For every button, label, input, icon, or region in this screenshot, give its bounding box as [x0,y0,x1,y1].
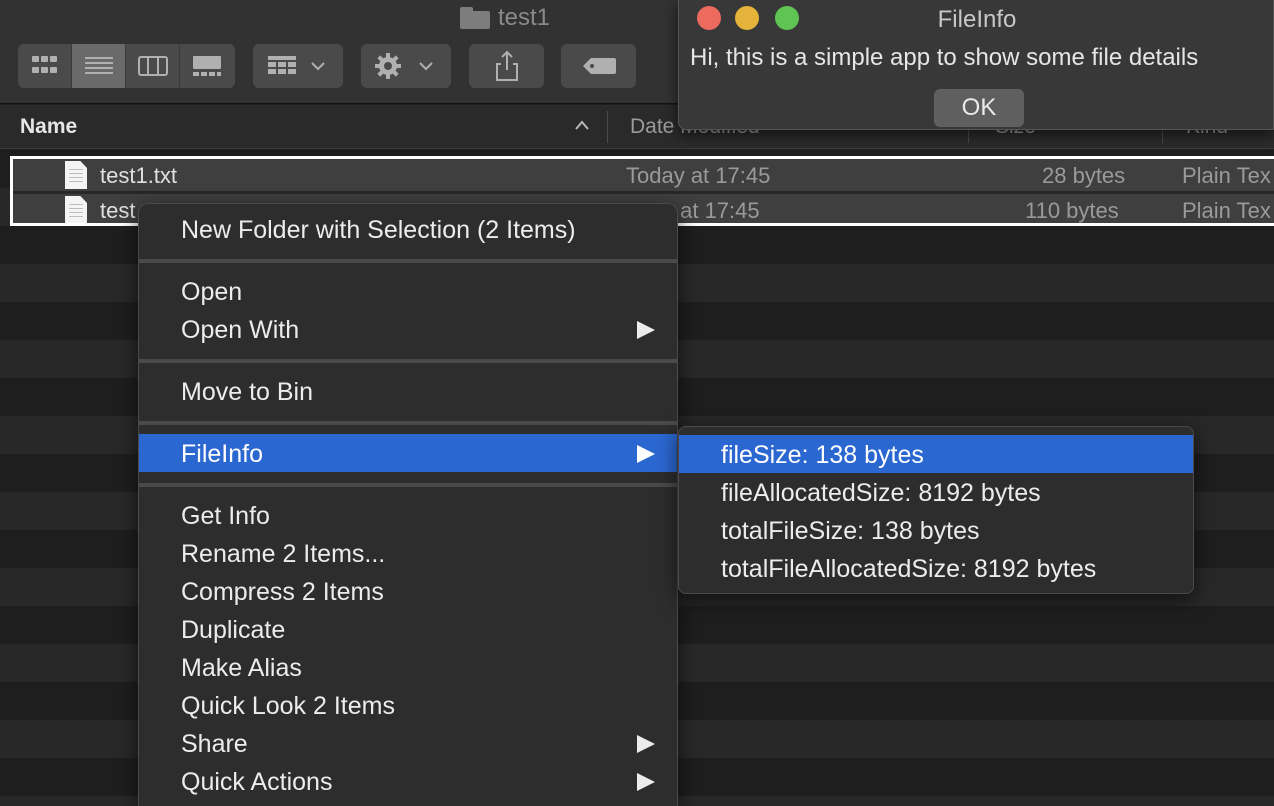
submenu-arrow-icon [637,445,655,463]
ok-button[interactable]: OK [934,89,1024,127]
menu-item-compress[interactable]: Compress 2 Items [139,572,677,610]
menu-item-open-with[interactable]: Open With [139,310,677,348]
list-view-icon [84,57,113,74]
fileinfo-submenu: fileSize: 138 bytes fileAllocatedSize: 8… [678,426,1194,594]
menu-item-open[interactable]: Open [139,272,677,310]
submenu-item-total-file-size[interactable]: totalFileSize: 138 bytes [679,511,1193,549]
menu-item-label: Move to Bin [181,378,314,406]
tags-button[interactable] [561,44,636,88]
menu-item-label: Open [181,278,243,306]
menu-item-move-to-bin[interactable]: Move to Bin [139,372,677,410]
menu-item-quick-actions[interactable]: Quick Actions [139,762,677,800]
folder-icon [460,7,490,29]
sort-ascending-icon [575,120,589,130]
alert-message: Hi, this is a simple app to show some fi… [690,44,1199,71]
column-view-icon [137,56,168,76]
context-menu: New Folder with Selection (2 Items) Open… [138,203,678,806]
menu-item-label: Quick Look 2 Items [181,692,395,720]
alert-title: FileInfo [937,6,1017,33]
menu-item-label: New Folder with Selection (2 Items) [181,216,576,244]
menu-item-label: Rename 2 Items... [181,540,386,568]
gallery-view-icon [193,56,221,76]
icon-view-icon [31,56,57,73]
share-button[interactable] [469,44,544,88]
action-button[interactable] [361,44,451,88]
submenu-item-file-size[interactable]: fileSize: 138 bytes [679,435,1193,473]
menu-item-label: Make Alias [181,654,302,682]
window-title-text: test1 [498,4,551,31]
view-mode-control [18,44,235,88]
icon-view-button[interactable] [18,44,72,88]
menu-item-label: Duplicate [181,616,286,644]
menu-item-label: Compress 2 Items [181,578,384,606]
submenu-item-label: totalFileAllocatedSize: 8192 bytes [721,555,1097,583]
menu-item-label: Share [181,730,248,758]
menu-separator [139,259,677,263]
menu-item-new-folder-with-selection[interactable]: New Folder with Selection (2 Items) [139,210,677,248]
menu-item-duplicate[interactable]: Duplicate [139,610,677,648]
submenu-arrow-icon [637,773,655,791]
menu-item-label: FileInfo [181,440,263,468]
column-divider[interactable] [607,111,608,143]
menu-item-share[interactable]: Share [139,724,677,762]
list-view-button[interactable] [72,44,126,88]
menu-item-label: Open With [181,316,300,344]
submenu-item-label: totalFileSize: 138 bytes [721,517,980,545]
menu-item-rename[interactable]: Rename 2 Items... [139,534,677,572]
gallery-view-button[interactable] [180,44,234,88]
column-view-button[interactable] [126,44,180,88]
tag-icon [582,58,616,74]
submenu-item-label: fileAllocatedSize: 8192 bytes [721,479,1041,507]
menu-item-fileinfo[interactable]: FileInfo [139,434,677,472]
menu-separator [139,421,677,425]
menu-separator [139,359,677,363]
submenu-item-file-allocated-size[interactable]: fileAllocatedSize: 8192 bytes [679,473,1193,511]
group-icon [268,56,325,74]
submenu-item-total-file-allocated-size[interactable]: totalFileAllocatedSize: 8192 bytes [679,549,1193,587]
menu-item-label: Quick Actions [181,768,333,796]
gear-icon [375,53,433,79]
fileinfo-alert-window: FileInfo Hi, this is a simple app to sho… [678,0,1274,130]
menu-separator [139,483,677,487]
menu-item-get-info[interactable]: Get Info [139,496,677,534]
submenu-arrow-icon [637,735,655,753]
group-button[interactable] [253,44,343,88]
menu-item-make-alias[interactable]: Make Alias [139,648,677,686]
submenu-item-label: fileSize: 138 bytes [721,441,924,469]
submenu-arrow-icon [637,321,655,339]
window-title: test1 [460,4,550,32]
column-name[interactable]: Name [20,115,77,139]
menu-item-quick-look[interactable]: Quick Look 2 Items [139,686,677,724]
menu-item-label: Get Info [181,502,270,530]
share-icon [495,50,518,81]
